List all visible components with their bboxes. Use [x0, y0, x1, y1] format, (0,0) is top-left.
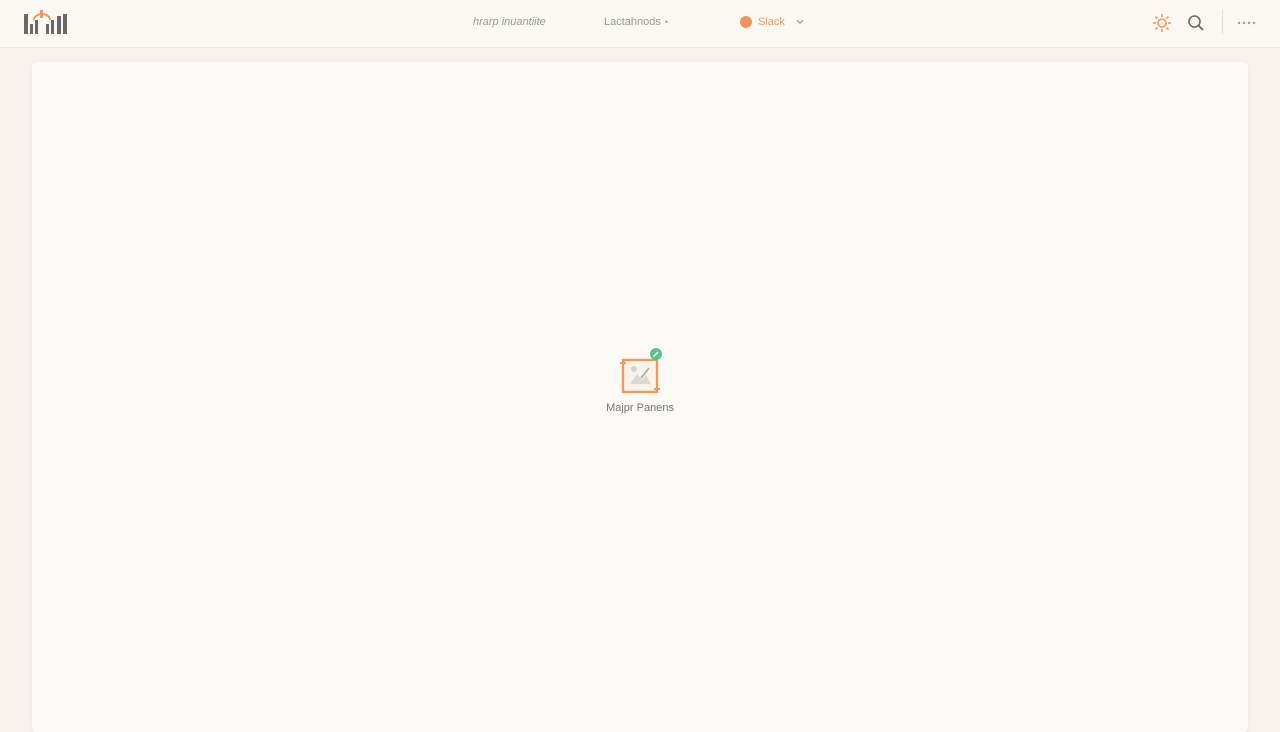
- top-bar: hrarp inuantiite Lactahnods • Slack: [0, 0, 1280, 48]
- nav-link-1[interactable]: hrarp inuantiite: [473, 16, 546, 28]
- chevron-down-icon: [796, 19, 804, 25]
- image-frame-icon[interactable]: [617, 348, 663, 396]
- main-panel: Majpr Panens: [32, 62, 1248, 732]
- sun-icon[interactable]: [1152, 13, 1172, 33]
- nav-link-2-caret: •: [664, 17, 669, 27]
- empty-state: Majpr Panens: [604, 348, 676, 414]
- nav-link-2-label: Lactahnods: [604, 16, 661, 28]
- search-icon[interactable]: [1186, 13, 1206, 33]
- workspace-selector[interactable]: Slack: [740, 16, 805, 28]
- nav-link-2[interactable]: Lactahnods •: [604, 16, 668, 28]
- empty-state-label: Majpr Panens: [606, 402, 674, 414]
- more-icon[interactable]: [1236, 13, 1256, 33]
- logo-icon[interactable]: [24, 8, 68, 36]
- status-dot-icon: [740, 16, 752, 28]
- workspace-label: Slack: [758, 16, 785, 28]
- toolbar-divider: [1222, 10, 1223, 34]
